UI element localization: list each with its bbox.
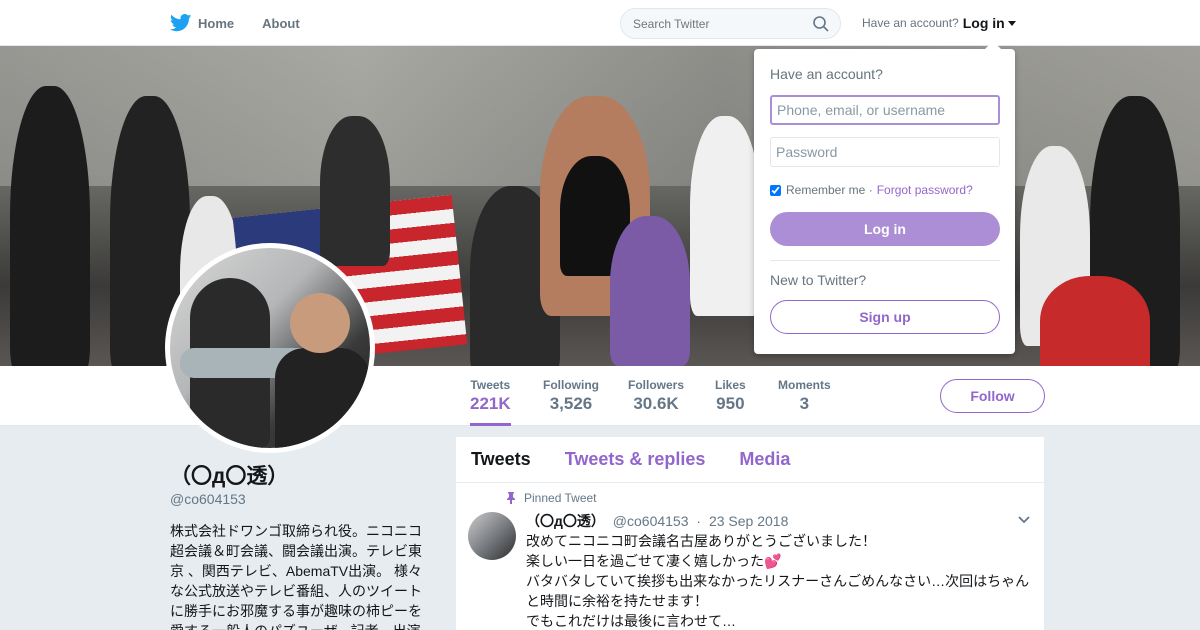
have-account-text: Have an account?: [862, 16, 959, 30]
pinned-label: Pinned Tweet: [524, 491, 597, 505]
stat-label: Moments: [778, 378, 831, 392]
timeline-tabs: Tweets Tweets & replies Media: [456, 437, 1044, 483]
pinned-tweet[interactable]: Pinned Tweet （〇д〇透） @co604153 · 23 Sep 2…: [456, 483, 1044, 630]
remember-me-row: Remember me · Forgot password?: [770, 183, 973, 197]
tweet-avatar[interactable]: [468, 512, 516, 560]
stat-value: 30.6K: [633, 394, 679, 413]
stat-value: 950: [716, 394, 745, 413]
profile-avatar[interactable]: [165, 243, 375, 453]
heart-emoji-icon: 💕: [764, 553, 782, 569]
tweet-line: 改めてニコニコ町会議名古屋ありがとうございました！: [526, 533, 876, 549]
tweet-author-name[interactable]: （〇д〇透）: [526, 513, 605, 529]
username-field[interactable]: [770, 95, 1000, 125]
tweet-author-handle[interactable]: @co604153: [613, 513, 689, 529]
stat-followers[interactable]: Followers 30.6K: [628, 378, 684, 414]
divider: [770, 260, 1000, 261]
tweet-line: バタバタしていて挨拶も出来なかったリスナーさんごめんなさい…次回はちゃんと時間に…: [526, 573, 1030, 609]
nav-home-link[interactable]: Home: [170, 0, 234, 46]
login-dropdown-toggle[interactable]: Log in: [963, 15, 1005, 31]
tweet-date[interactable]: 23 Sep 2018: [709, 513, 788, 529]
login-button[interactable]: Log in: [770, 212, 1000, 246]
new-to-twitter-text: New to Twitter?: [770, 272, 867, 288]
stat-moments[interactable]: Moments 3: [778, 378, 831, 414]
tweet-separator: ·: [696, 513, 702, 529]
dropdown-title: Have an account?: [770, 66, 883, 82]
stat-likes[interactable]: Likes 950: [715, 378, 746, 414]
tab-tweets[interactable]: Tweets: [471, 449, 531, 470]
search-icon[interactable]: [812, 15, 830, 33]
tweet-line: でもこれだけは最後に言わせて…: [526, 613, 736, 629]
stat-label: Likes: [715, 378, 746, 392]
stat-following[interactable]: Following 3,526: [543, 378, 599, 414]
password-field[interactable]: [770, 137, 1000, 167]
tab-tweets-replies[interactable]: Tweets & replies: [565, 449, 706, 470]
stat-label: Following: [543, 378, 599, 392]
profile-name[interactable]: （〇д〇透）: [170, 460, 288, 490]
stat-label: Tweets: [470, 378, 511, 392]
forgot-password-link[interactable]: Forgot password?: [877, 183, 973, 197]
nav-home-label: Home: [198, 15, 235, 31]
signup-button[interactable]: Sign up: [770, 300, 1000, 334]
nav-about-label: About: [262, 15, 300, 31]
search-input[interactable]: [621, 9, 801, 38]
top-nav-bar: Home About Have an account? Log in: [0, 0, 1200, 46]
profile-bio: 株式会社ドワンゴ取締られ役。ニコニコ超会議＆町会議、闘会議出演。テレビ東京 、関…: [170, 523, 423, 630]
timeline: Tweets Tweets & replies Media Pinned Twe…: [456, 437, 1044, 630]
search-box: [620, 8, 841, 39]
nav-left: Home About: [170, 0, 328, 46]
tab-media[interactable]: Media: [739, 449, 790, 470]
tweet-header: （〇д〇透） @co604153 · 23 Sep 2018: [526, 511, 788, 531]
remember-me-checkbox[interactable]: [770, 184, 781, 196]
chevron-down-icon[interactable]: [1018, 516, 1030, 524]
tweet-line: 楽しい一日を過ごせて凄く嬉しかった: [526, 553, 764, 569]
stat-label: Followers: [628, 378, 685, 392]
pin-icon: [507, 492, 515, 504]
tweet-line-with-heart: 楽しい一日を過ごせて凄く嬉しかった💕: [526, 551, 1036, 571]
stat-tweets[interactable]: Tweets 221K: [470, 378, 511, 426]
stat-value: 3,526: [549, 394, 593, 413]
caret-down-icon[interactable]: [1007, 20, 1016, 26]
have-account-area: Have an account? Log in: [862, 15, 1016, 31]
profile-handle[interactable]: @co604153: [170, 491, 246, 507]
stat-value: 3: [799, 394, 810, 413]
login-dropdown: Have an account? Remember me · Forgot pa…: [754, 41, 1015, 354]
follow-button[interactable]: Follow: [940, 379, 1045, 413]
twitter-bird-icon: [170, 14, 192, 32]
pinned-label-row: Pinned Tweet: [506, 491, 597, 505]
stat-value: 221K: [470, 394, 511, 413]
nav-about-link[interactable]: About: [262, 0, 300, 46]
remember-me-label[interactable]: Remember me: [786, 183, 865, 197]
tweet-text: 改めてニコニコ町会議名古屋ありがとうございました！ 楽しい一日を過ごせて凄く嬉し…: [526, 531, 1036, 630]
